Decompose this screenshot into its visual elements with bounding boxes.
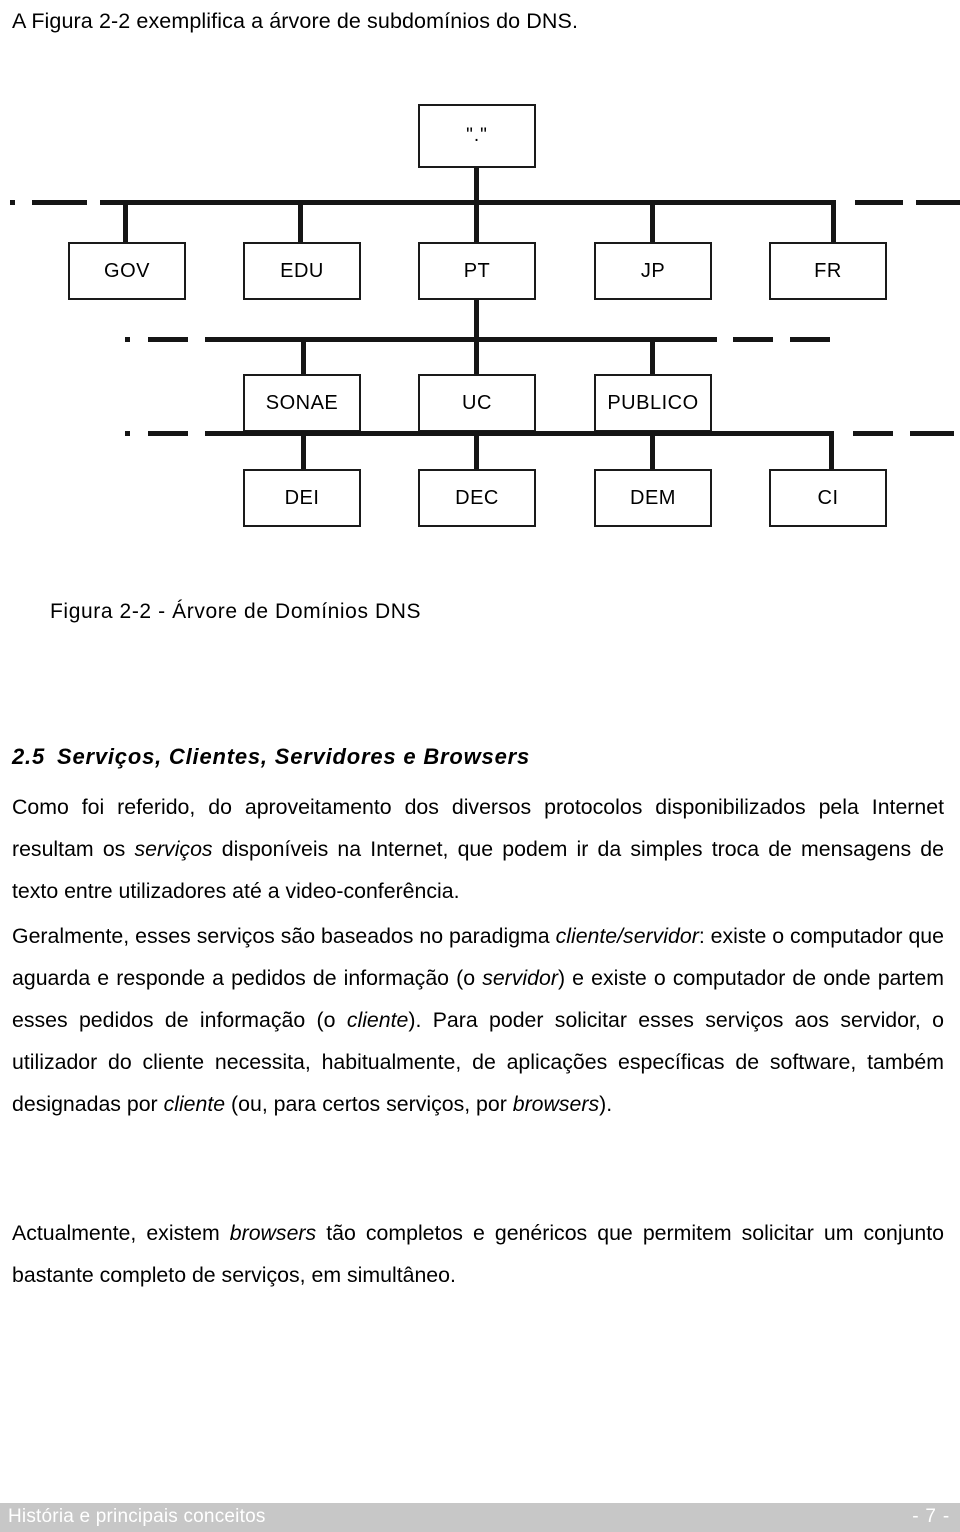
- connector-bus3-dec: [474, 431, 479, 473]
- bus3-trail-dash-2: [910, 431, 954, 436]
- connector-bus1-edu: [298, 200, 303, 244]
- paragraph-client-server: Geralmente, esses serviços são baseados …: [12, 915, 944, 1125]
- connector-bus1-fr: [831, 200, 836, 244]
- connector-bus1-gov: [123, 200, 128, 244]
- connector-bus2-sonae: [301, 337, 306, 376]
- figure-caption: Figura 2-2 - Árvore de Domínios DNS: [50, 600, 422, 623]
- dns-node-dei: DEI: [243, 469, 361, 527]
- bus2-trail-dash-2: [790, 337, 830, 342]
- paragraph-text: Actualmente, existem browsers tão comple…: [12, 1212, 944, 1296]
- connector-bus2-publico: [650, 337, 655, 376]
- bus1-lead-dot: [10, 200, 15, 205]
- dns-node-uc: UC: [418, 374, 536, 432]
- dns-node-fr: FR: [769, 242, 887, 300]
- p2-emphasis-cliente-servidor: cliente/servidor: [555, 924, 699, 948]
- bus1-trail-dash-2: [916, 200, 960, 205]
- dns-node-pt: PT: [418, 242, 536, 300]
- p3-segment-a: Actualmente, existem: [12, 1221, 230, 1245]
- p2-segment-f: ).: [599, 1092, 613, 1116]
- bus2-trail-dash-1: [733, 337, 773, 342]
- dns-node-jp: JP: [594, 242, 712, 300]
- dns-node-root: ".": [418, 104, 536, 168]
- footer-page-number: - 7 -: [912, 1506, 950, 1527]
- document-page: A Figura 2-2 exemplifica a árvore de sub…: [0, 0, 960, 1532]
- bus2-lead-dash: [148, 337, 188, 342]
- section-number: 2.5: [12, 744, 45, 769]
- p2-segment-a: Geralmente, esses serviços são baseados …: [12, 924, 556, 948]
- intro-paragraph: A Figura 2-2 exemplifica a árvore de sub…: [12, 9, 579, 33]
- p2-segment-e: (ou, para certos serviços, por: [225, 1092, 513, 1116]
- p2-emphasis-servidor: servidor: [482, 966, 558, 990]
- p1-emphasis-servicos: serviços: [134, 837, 213, 861]
- dns-node-sonae: SONAE: [243, 374, 361, 432]
- dns-node-ci: CI: [769, 469, 887, 527]
- dns-node-edu: EDU: [243, 242, 361, 300]
- p2-emphasis-cliente-2: cliente: [163, 1092, 226, 1116]
- paragraph-browsers: Actualmente, existem browsers tão comple…: [12, 1212, 944, 1296]
- bus1-trail-dash-1: [855, 200, 903, 205]
- p2-emphasis-cliente-1: cliente: [346, 1008, 409, 1032]
- bus3-trail-dash-1: [853, 431, 893, 436]
- bus1-lead-dash: [32, 200, 87, 205]
- bus2-main: [205, 337, 717, 342]
- paragraph-text: Geralmente, esses serviços são baseados …: [12, 915, 944, 1125]
- bus2-lead-dot: [125, 337, 130, 342]
- paragraph-text: Como foi referido, do aproveitamento dos…: [12, 786, 944, 912]
- dns-node-publico: PUBLICO: [594, 374, 712, 432]
- connector-bus3-ci: [829, 431, 834, 473]
- dns-node-gov: GOV: [68, 242, 186, 300]
- footer-chapter-title: História e principais conceitos: [8, 1506, 266, 1527]
- bus3-lead-dash: [148, 431, 188, 436]
- bus3-lead-dot: [125, 431, 130, 436]
- bus1-main: [100, 200, 835, 205]
- section-heading: 2.5 Serviços, Clientes, Servidores e Brow…: [12, 744, 530, 770]
- connector-bus1-jp: [650, 200, 655, 244]
- p2-emphasis-browsers: browsers: [512, 1092, 600, 1116]
- dns-tree-diagram: "." GOV EDU PT JP FR SONAE UC PUBLICO DE…: [0, 90, 960, 590]
- p3-emphasis-browsers: browsers: [229, 1221, 317, 1245]
- connector-pt-to-level2: [474, 300, 479, 339]
- connector-bus3-dem: [650, 431, 655, 473]
- connector-bus3-dei: [301, 431, 306, 473]
- dns-node-dem: DEM: [594, 469, 712, 527]
- connector-bus2-uc: [474, 337, 479, 376]
- dns-node-dec: DEC: [418, 469, 536, 527]
- connector-bus1-pt: [474, 200, 479, 244]
- section-title: Serviços, Clientes, Servidores e Browser…: [56, 744, 530, 769]
- paragraph-services: Como foi referido, do aproveitamento dos…: [12, 786, 944, 912]
- connector-root-to-level1: [474, 168, 479, 202]
- bus3-main: [205, 431, 833, 436]
